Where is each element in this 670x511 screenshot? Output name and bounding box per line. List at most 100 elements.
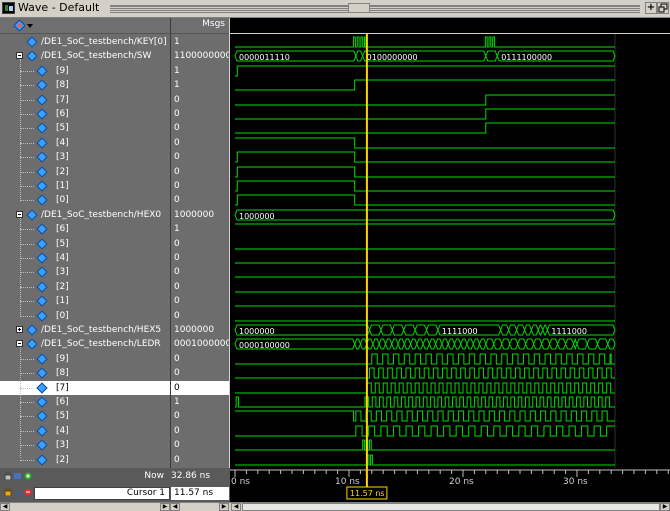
signal-row[interactable]: /DE1_SoC_testbench/SW [0,49,170,63]
wave-ledr3 [235,439,615,451]
collapse-icon[interactable] [16,52,23,59]
signal-row[interactable]: [4] [0,136,170,150]
value-scroll-left-button[interactable]: ◀ [170,503,180,511]
signal-name-panel[interactable]: /DE1_SoC_testbench/KEY[0] /DE1_SoC_testbe… [0,34,170,468]
collapse-icon[interactable] [16,211,23,218]
signal-row[interactable]: [4] [0,251,170,265]
signal-row[interactable]: [2] [0,453,170,467]
signal-value[interactable]: 1 [171,395,229,409]
signal-row[interactable]: [1] [0,294,170,308]
signal-row[interactable]: [6] [0,222,170,236]
chevron-down-icon[interactable] [27,24,33,28]
signal-value[interactable]: 0 [171,309,229,323]
signal-row[interactable]: [5] [0,409,170,423]
signal-row[interactable]: [7] [0,93,170,107]
wave-scroll-right-button[interactable]: ▶ [660,503,670,511]
signal-row[interactable]: [7] [0,381,170,395]
signal-value[interactable]: 0 [171,107,229,121]
signal-value[interactable]: 0 [171,366,229,380]
signal-row[interactable]: [0] [0,193,170,207]
maximize-button[interactable]: + [645,2,657,14]
signal-value[interactable]: 0 [171,93,229,107]
signal-value[interactable]: 0 [171,424,229,438]
signal-value[interactable]: 0001000000 [171,337,229,351]
tree-connector [20,287,34,289]
signal-value[interactable]: 0 [171,179,229,193]
signal-value[interactable]: 1000000 [171,323,229,337]
signal-palette-icon[interactable] [14,20,25,31]
signal-row[interactable]: [2] [0,280,170,294]
undock-icon [658,3,668,13]
edit-cursor-icon[interactable] [14,488,22,496]
cursor-value-box[interactable]: 11.57 ns [171,487,229,500]
signal-row[interactable]: [3] [0,150,170,164]
signal-value[interactable]: 1 [171,222,229,236]
wave-scroll-thumb[interactable] [242,503,660,511]
signal-row[interactable]: [4] [0,424,170,438]
wave-scroll-left-button[interactable]: ◀ [231,503,241,511]
signal-value[interactable]: 0 [171,409,229,423]
signal-row[interactable]: [1] [0,179,170,193]
signal-value-panel[interactable]: 1 1100000000 1 1 0 0 0 0 0 0 0 0 1000000 1 0 0 0 0 0 0 10000… [171,34,229,468]
signal-row[interactable]: [9] [0,352,170,366]
lock-icon[interactable] [4,488,12,496]
signal-row[interactable]: [3] [0,265,170,279]
signal-row[interactable]: [5] [0,237,170,251]
signal-value[interactable]: 1000000 [171,208,229,222]
grip-knob[interactable] [348,3,370,13]
signal-value[interactable]: 0 [171,265,229,279]
add-icon[interactable] [24,472,32,480]
signal-diamond-icon [36,194,48,206]
name-value-divider[interactable] [170,18,171,470]
title-drag-grip[interactable] [110,3,640,13]
add-cursor-icon[interactable] [14,472,22,480]
title-bar[interactable]: Wave - Default + [0,0,670,18]
signal-row[interactable]: /DE1_SoC_testbench/KEY[0] [0,35,170,49]
signal-value[interactable]: 0 [171,381,229,395]
cursor-tag: 11.57 ns [350,489,385,498]
scroll-right-button[interactable]: ▶ [160,503,170,511]
expand-icon[interactable] [16,326,23,333]
horizontal-scrollbar[interactable]: ◀ ▶ ◀ ▶ ◀ ▶ [0,502,670,511]
signal-value[interactable]: 0 [171,438,229,452]
cursor-name-box[interactable]: Cursor 1 [34,487,170,500]
signal-row[interactable]: [8] [0,366,170,380]
signal-value[interactable]: 1 [171,35,229,49]
signal-row[interactable]: /DE1_SoC_testbench/LEDR [0,337,170,351]
signal-diamond-icon [36,410,48,422]
signal-value[interactable]: 1 [171,64,229,78]
signal-row[interactable]: [2] [0,165,170,179]
signal-row[interactable]: [0] [0,309,170,323]
cursor-panel: Now 32.86 ns Cursor 1 11.57 ns [0,468,230,502]
signal-value[interactable]: 0 [171,280,229,294]
signal-row[interactable]: [6] [0,395,170,409]
value-scroll-right-button[interactable]: ▶ [219,503,229,511]
undock-button[interactable] [657,2,669,14]
scroll-left-button[interactable]: ◀ [0,503,10,511]
signal-value[interactable]: 0 [171,165,229,179]
signal-row[interactable]: [3] [0,438,170,452]
signal-row[interactable]: [6] [0,107,170,121]
signal-value[interactable]: 0 [171,453,229,467]
waveform-canvas[interactable]: 0000011110 0100000000 0111100000 1000000 100… [230,34,670,468]
signal-row[interactable]: /DE1_SoC_testbench/HEX0 [0,208,170,222]
collapse-icon[interactable] [16,340,23,347]
signal-value[interactable]: 0 [171,294,229,308]
signal-row[interactable]: /DE1_SoC_testbench/HEX5 [0,323,170,337]
time-ruler[interactable]: 0 ns 10 ns 20 ns 30 ns 11.57 ns [230,468,670,502]
signal-value[interactable]: 0 [171,121,229,135]
signal-value[interactable]: 0 [171,352,229,366]
signal-row[interactable]: [5] [0,121,170,135]
signal-value[interactable]: 0 [171,150,229,164]
signal-row[interactable]: [8] [0,78,170,92]
now-lock-icon[interactable] [4,472,12,480]
signal-value[interactable]: 0 [171,251,229,265]
delete-cursor-icon[interactable] [24,488,32,496]
signal-value[interactable]: 0 [171,193,229,207]
signal-value[interactable]: 1 [171,78,229,92]
tree-connector [20,445,34,447]
signal-value[interactable]: 0 [171,136,229,150]
signal-value[interactable]: 1100000000 [171,49,229,63]
signal-value[interactable]: 0 [171,237,229,251]
signal-row[interactable]: [9] [0,64,170,78]
